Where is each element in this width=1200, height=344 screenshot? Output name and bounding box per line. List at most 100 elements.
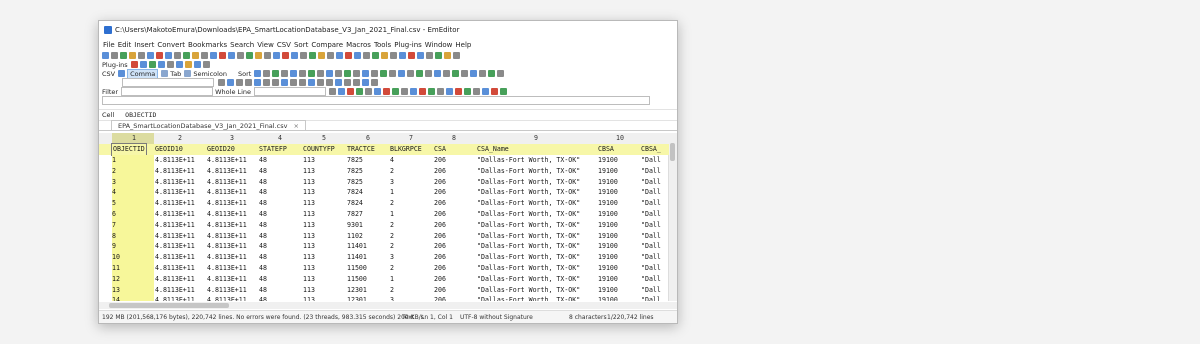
- table-cell[interactable]: 10: [112, 252, 120, 263]
- sort-toolbar-icon[interactable]: [416, 70, 424, 77]
- filter-toolbar-icon[interactable]: [347, 88, 355, 95]
- menu-item-bookmarks[interactable]: Bookmarks: [188, 41, 227, 49]
- toolbar-button-icon[interactable]: [174, 52, 181, 59]
- toolbar-button-icon[interactable]: [129, 52, 136, 59]
- toolbar-button-icon[interactable]: [345, 52, 352, 59]
- sort-toolbar-icon[interactable]: [344, 70, 352, 77]
- table-cell[interactable]: 206: [434, 231, 446, 242]
- column-number[interactable]: 7: [409, 133, 413, 144]
- table-cell[interactable]: 1: [112, 155, 116, 166]
- sort-toolbar-icon[interactable]: [362, 70, 370, 77]
- menu-item-sort[interactable]: Sort: [294, 41, 308, 49]
- filter-toolbar-icon[interactable]: [329, 88, 337, 95]
- table-cell[interactable]: 12301: [347, 285, 367, 296]
- plugin-icon[interactable]: [184, 61, 192, 68]
- table-cell[interactable]: 4.8113E+11: [155, 155, 195, 166]
- toolbar-button-icon[interactable]: [408, 52, 415, 59]
- table-cell[interactable]: 113: [303, 285, 315, 296]
- table-cell[interactable]: "Dall: [641, 198, 661, 209]
- toolbar-button-icon[interactable]: [363, 52, 370, 59]
- table-cell[interactable]: 113: [303, 252, 315, 263]
- filter-toolbar-icon[interactable]: [365, 88, 373, 95]
- menu-item-search[interactable]: Search: [230, 41, 254, 49]
- table-cell[interactable]: 206: [434, 295, 446, 301]
- sort-toolbar-icon[interactable]: [443, 70, 451, 77]
- table-cell[interactable]: "Dallas-Fort Worth, TX-OK": [477, 177, 580, 188]
- table-cell[interactable]: "Dallas-Fort Worth, TX-OK": [477, 241, 580, 252]
- filter-toolbar-icon[interactable]: [410, 88, 418, 95]
- table-cell[interactable]: 48: [259, 166, 267, 177]
- filter-toolbar-icon[interactable]: [356, 88, 364, 95]
- filter-toolbar-icon[interactable]: [374, 88, 382, 95]
- table-cell[interactable]: "Dallas-Fort Worth, TX-OK": [477, 209, 580, 220]
- sort-toolbar-icon[interactable]: [425, 70, 433, 77]
- table-cell[interactable]: 4.8113E+11: [207, 231, 247, 242]
- table-cell[interactable]: "Dall: [641, 209, 661, 220]
- column-number[interactable]: 4: [278, 133, 282, 144]
- table-cell[interactable]: 1102: [347, 231, 363, 242]
- sort-toolbar-icon[interactable]: [353, 70, 361, 77]
- sort-toolbar-icon[interactable]: [461, 70, 469, 77]
- table-cell[interactable]: 48: [259, 241, 267, 252]
- table-cell[interactable]: 4.8113E+11: [155, 220, 195, 231]
- cell-value-field[interactable]: OBJECTID: [125, 111, 156, 119]
- table-cell[interactable]: 2: [390, 263, 394, 274]
- table-cell[interactable]: 1: [390, 209, 394, 220]
- sort-toolbar-icon[interactable]: [308, 70, 316, 77]
- table-cell[interactable]: 4.8113E+11: [207, 220, 247, 231]
- menu-item-macros[interactable]: Macros: [346, 41, 371, 49]
- toolbar-button-icon[interactable]: [417, 52, 424, 59]
- plugin-icon[interactable]: [175, 61, 183, 68]
- table-cell[interactable]: 19100: [598, 231, 618, 242]
- toolbar-button-icon[interactable]: [219, 52, 226, 59]
- table-cell[interactable]: 4.8113E+11: [207, 198, 247, 209]
- table-cell[interactable]: 2: [390, 166, 394, 177]
- header-cell[interactable]: BLKGRPCE: [390, 144, 422, 155]
- table-cell[interactable]: "Dall: [641, 241, 661, 252]
- menu-item-tools[interactable]: Tools: [374, 41, 391, 49]
- table-cell[interactable]: 4: [112, 187, 116, 198]
- table-cell[interactable]: 7825: [347, 155, 363, 166]
- table-cell[interactable]: 4.8113E+11: [207, 295, 247, 301]
- table-cell[interactable]: 7: [112, 220, 116, 231]
- table-cell[interactable]: "Dall: [641, 285, 661, 296]
- horizontal-scroll-thumb[interactable]: [109, 303, 229, 308]
- table-cell[interactable]: 113: [303, 187, 315, 198]
- table-cell[interactable]: 19100: [598, 295, 618, 301]
- filter-toolbar-icon[interactable]: [482, 88, 490, 95]
- toolbar-button-icon[interactable]: [327, 52, 334, 59]
- csv-toolbar-icon[interactable]: [326, 79, 333, 86]
- table-cell[interactable]: 4: [390, 155, 394, 166]
- table-cell[interactable]: 19100: [598, 187, 618, 198]
- table-cell[interactable]: 2: [390, 220, 394, 231]
- table-cell[interactable]: "Dall: [641, 155, 661, 166]
- csv-toolbar-icon[interactable]: [344, 79, 351, 86]
- sort-toolbar-icon[interactable]: [335, 70, 343, 77]
- toolbar-button-icon[interactable]: [165, 52, 172, 59]
- csv-toolbar-icon[interactable]: [317, 79, 324, 86]
- table-cell[interactable]: 19100: [598, 274, 618, 285]
- table-cell[interactable]: 7824: [347, 198, 363, 209]
- menu-item-csv[interactable]: CSV: [277, 41, 291, 49]
- table-cell[interactable]: 2: [390, 241, 394, 252]
- table-cell[interactable]: 4.8113E+11: [155, 187, 195, 198]
- table-cell[interactable]: 9: [112, 241, 116, 252]
- table-cell[interactable]: 4.8113E+11: [207, 263, 247, 274]
- toolbar-button-icon[interactable]: [156, 52, 163, 59]
- sort-toolbar-icon[interactable]: [263, 70, 271, 77]
- table-cell[interactable]: 2: [390, 231, 394, 242]
- table-cell[interactable]: 14: [112, 295, 120, 301]
- table-cell[interactable]: "Dallas-Fort Worth, TX-OK": [477, 220, 580, 231]
- toolbar-button-icon[interactable]: [309, 52, 316, 59]
- table-cell[interactable]: 3: [390, 177, 394, 188]
- table-cell[interactable]: "Dallas-Fort Worth, TX-OK": [477, 252, 580, 263]
- csv-toolbar-icon[interactable]: [227, 79, 234, 86]
- toolbar-button-icon[interactable]: [201, 52, 208, 59]
- toolbar-button-icon[interactable]: [147, 52, 154, 59]
- sort-toolbar-icon[interactable]: [488, 70, 496, 77]
- filter-toolbar-icon[interactable]: [419, 88, 427, 95]
- table-cell[interactable]: 19100: [598, 166, 618, 177]
- table-cell[interactable]: 2: [390, 198, 394, 209]
- filter-mode-select[interactable]: [254, 87, 327, 96]
- toolbar-button-icon[interactable]: [210, 52, 217, 59]
